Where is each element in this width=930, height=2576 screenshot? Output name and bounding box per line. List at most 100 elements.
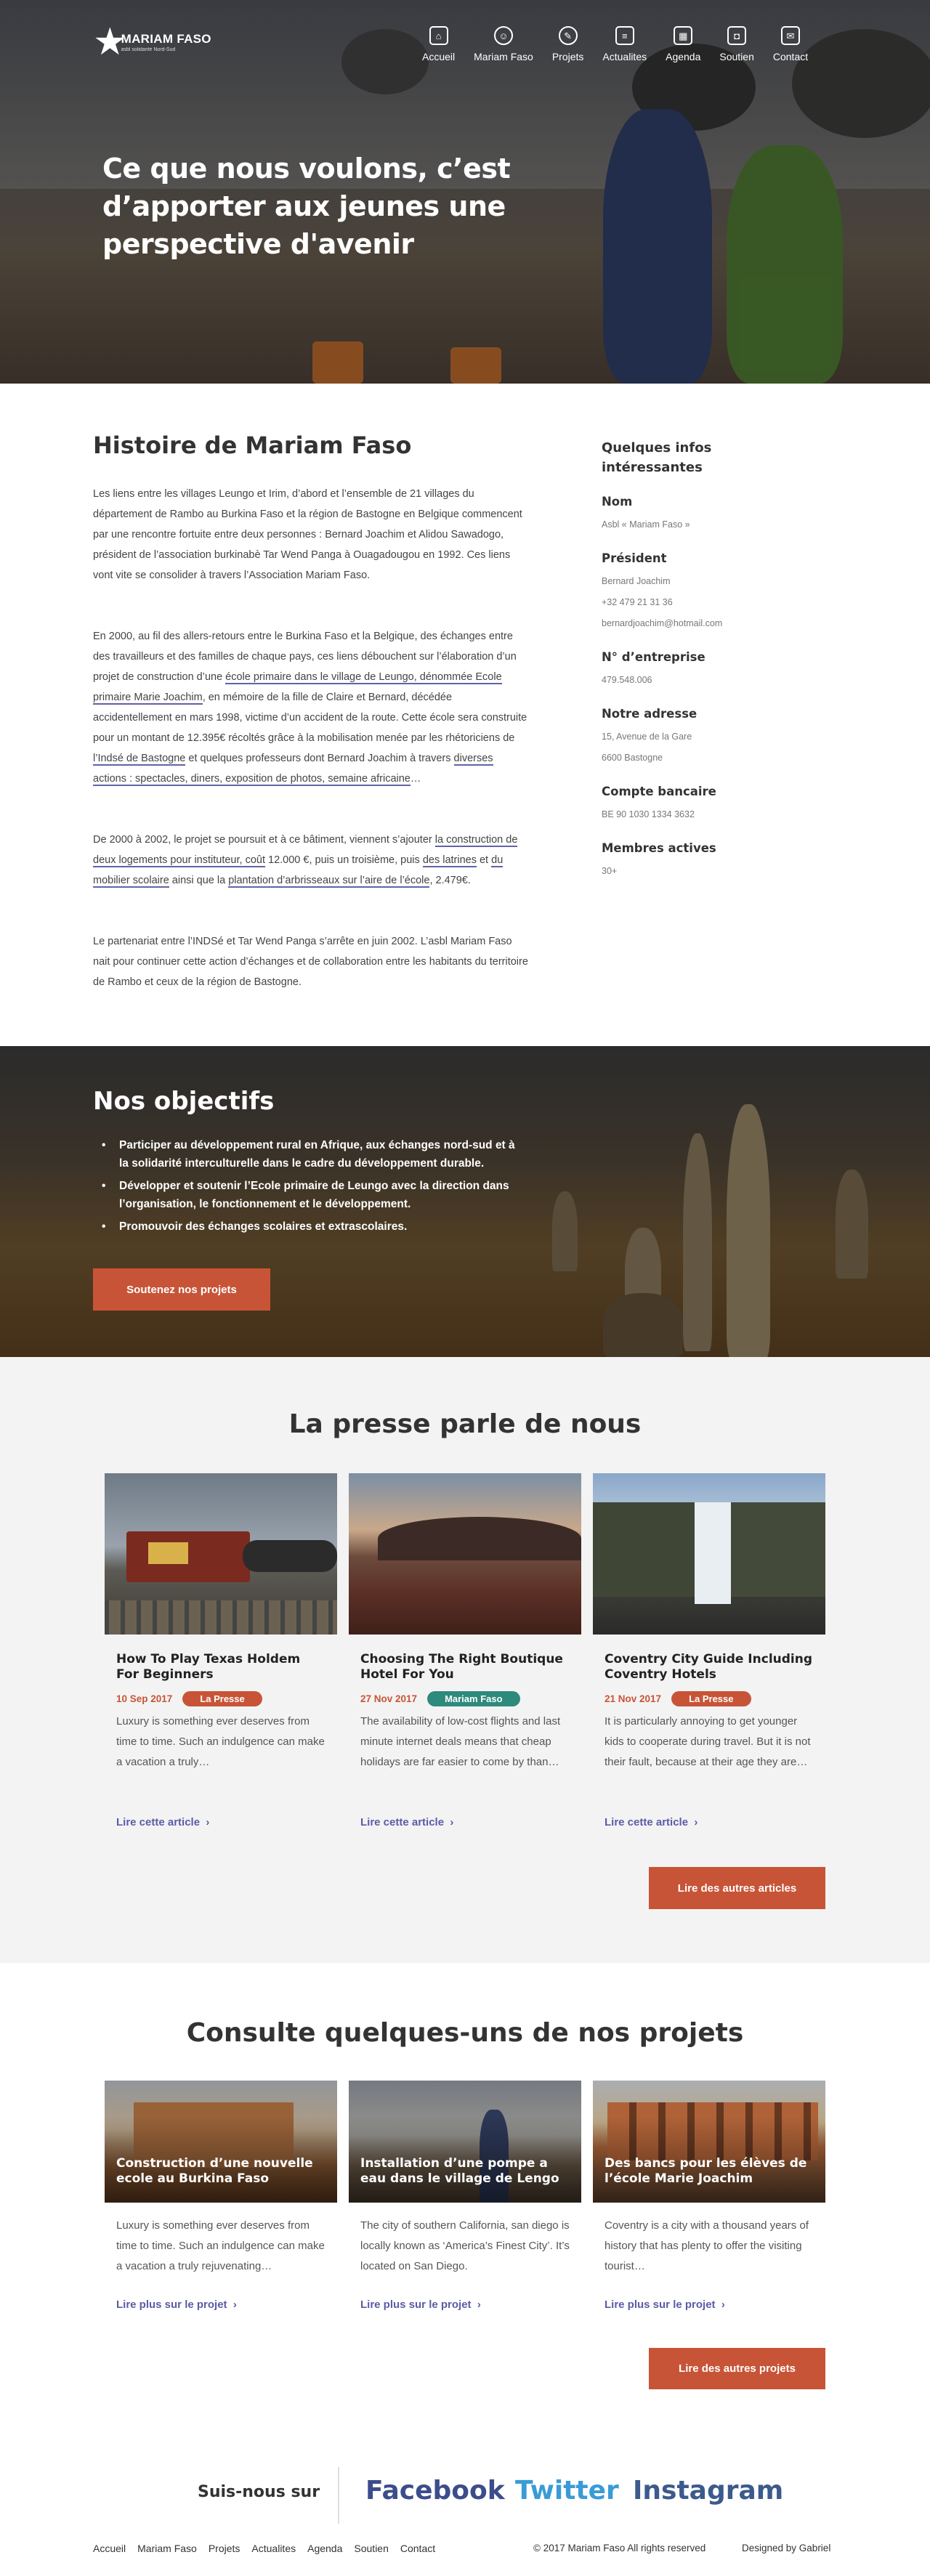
link-label: Lire plus sur le projet (360, 2298, 472, 2311)
info-label: Membres actives (602, 841, 716, 855)
nav-label: Projets (551, 51, 584, 62)
volcano-image[interactable] (349, 1473, 581, 1635)
card-date: 21 Nov 2017 (604, 1693, 662, 1704)
objective-item: Développer et soutenir l’Ecole primaire … (102, 1177, 523, 1213)
read-article-link[interactable]: Lire cette article › (116, 1816, 209, 1828)
read-article-link[interactable]: Lire cette article › (604, 1816, 698, 1828)
info-block-bank: Compte bancaire BE 90 1030 1334 3632 (602, 785, 805, 825)
objectives-title: Nos objectifs (93, 1087, 275, 1116)
card-excerpt: The availability of low-cost flights and… (360, 1715, 561, 1768)
project-excerpt: Coventry is a city with a thousand years… (604, 2219, 809, 2272)
project-title[interactable]: Construction d’une nouvelle ecole au Bur… (116, 2156, 327, 2187)
press-card: How To Play Texas Holdem For Beginners 1… (105, 1473, 337, 1828)
objectives-section: Nos objectifs Participer au développemen… (0, 1046, 930, 1357)
info-value: 6600 Bastogne (602, 753, 663, 763)
footer-link-agenda[interactable]: Agenda (307, 2543, 342, 2554)
footer-nav: Accueil Mariam Faso Projets Actualites A… (93, 2543, 435, 2554)
card-title[interactable]: Coventry City Guide Including Coventry H… (604, 1652, 815, 1682)
footer-link-actualites[interactable]: Actualites (251, 2543, 296, 2554)
chevron-right-icon: › (694, 1816, 698, 1828)
waterfall-image[interactable] (593, 1473, 825, 1635)
project-title[interactable]: Installation d’une pompe a eau dans le v… (360, 2156, 571, 2187)
nav-label: Mariam Faso (474, 51, 533, 62)
nav-item-actualites[interactable]: ≡ Actualites (593, 26, 656, 62)
facebook-link[interactable]: Facebook (365, 2476, 505, 2506)
info-block-enterprise: N° d’entreprise 479.548.006 (602, 650, 805, 691)
nav-item-soutien[interactable]: ◘ Soutien (710, 26, 763, 62)
nav-item-agenda[interactable]: ▦ Agenda (656, 26, 710, 62)
history-paragraph-4: Le partenariat entre l’INDSé et Tar Wend… (93, 936, 528, 988)
objective-item: Participer au développement rural en Afr… (102, 1136, 523, 1172)
more-projects-button[interactable]: Lire des autres projets (649, 2348, 825, 2389)
project-excerpt: Luxury is something ever deserves from t… (116, 2219, 325, 2272)
chevron-right-icon: › (206, 1816, 210, 1828)
card-date: 27 Nov 2017 (360, 1693, 418, 1704)
indse-link[interactable]: l’Indsé de Bastogne (93, 753, 186, 766)
read-article-link[interactable]: Lire cette article › (360, 1816, 453, 1828)
info-sidebar: Quelques infos intéressantes Nom Asbl « … (602, 438, 805, 898)
bag-icon: ◘ (727, 26, 747, 45)
card-excerpt: It is particularly annoying to get young… (604, 1715, 811, 1768)
instagram-link[interactable]: Instagram (633, 2476, 783, 2506)
nav-label: Actualites (602, 51, 647, 62)
chevron-right-icon: › (232, 2298, 237, 2311)
info-block-president: Président Bernard Joachim +32 479 21 31 … (602, 551, 805, 634)
category-badge[interactable]: La Presse (671, 1691, 751, 1706)
info-title: Quelques infos intéressantes (602, 440, 712, 475)
nav-item-mariam-faso[interactable]: ☺ Mariam Faso (464, 26, 543, 62)
text-run: ainsi que la (169, 875, 229, 886)
card-title[interactable]: Choosing The Right Boutique Hotel For Yo… (360, 1652, 571, 1682)
history-paragraph-2: En 2000, au fil des allers-retours entre… (93, 626, 529, 789)
footer-link-accueil[interactable]: Accueil (93, 2543, 126, 2554)
footer-link-mariam-faso[interactable]: Mariam Faso (137, 2543, 197, 2554)
main-nav: ⌂ Accueil ☺ Mariam Faso ✎ Projets ≡ Actualit… (413, 26, 817, 62)
category-badge[interactable]: La Presse (182, 1691, 262, 1706)
category-badge[interactable]: Mariam Faso (427, 1691, 520, 1706)
chevron-right-icon: › (721, 2298, 725, 2311)
info-block-address: Notre adresse 15, Avenue de la Gare 6600… (602, 707, 805, 769)
card-excerpt: Luxury is something ever deserves from t… (116, 1715, 325, 1768)
read-project-link[interactable]: Lire plus sur le projet › (360, 2298, 481, 2311)
link-label: Lire cette article (360, 1816, 445, 1828)
latrines-link[interactable]: des latrines (422, 854, 477, 867)
water-pump-image[interactable]: Installation d’une pompe a eau dans le v… (349, 2081, 581, 2203)
card-meta: 27 Nov 2017 Mariam Faso (360, 1691, 520, 1706)
footer-link-soutien[interactable]: Soutien (354, 2543, 388, 2554)
text-run: … (410, 773, 421, 785)
support-projects-button[interactable]: Soutenez nos projets (93, 1268, 270, 1311)
info-value: 479.548.006 (602, 675, 652, 685)
footer-link-projets[interactable]: Projets (209, 2543, 240, 2554)
school-building-image[interactable]: Des bancs pour les élèves de l’école Mar… (593, 2081, 825, 2203)
hero-section: ★ MARIAM FASO asbl solidarité Nord-Sud ⌂… (0, 0, 930, 384)
train-image[interactable] (105, 1473, 337, 1635)
site-logo[interactable]: ★ MARIAM FASO asbl solidarité Nord-Sud (93, 22, 211, 62)
twitter-link[interactable]: Twitter (515, 2476, 619, 2506)
rails (105, 1600, 337, 1635)
link-label: Lire plus sur le projet (116, 2298, 227, 2311)
info-block-name: Nom Asbl « Mariam Faso » (602, 495, 805, 535)
cliff-left (593, 1502, 695, 1597)
nav-item-accueil[interactable]: ⌂ Accueil (413, 26, 464, 62)
footer-link-contact[interactable]: Contact (400, 2543, 435, 2554)
objectives-list: Participer au développement rural en Afr… (102, 1136, 523, 1240)
nav-item-projets[interactable]: ✎ Projets (543, 26, 594, 62)
projects-title: Consulte quelques-uns de nos projets (186, 2018, 744, 2048)
history-paragraph-1: Les liens entre les villages Leungo et I… (93, 488, 522, 581)
nav-label: Agenda (666, 51, 701, 62)
info-label: Compte bancaire (602, 785, 716, 798)
plantation-link[interactable]: plantation d’arbrisseaux sur l’aire de l… (228, 875, 430, 888)
more-articles-button[interactable]: Lire des autres articles (649, 1867, 825, 1909)
info-label: N° d’entreprise (602, 650, 705, 664)
project-title[interactable]: Des bancs pour les élèves de l’école Mar… (604, 2156, 815, 2187)
info-label: Président (602, 551, 667, 565)
construction-image[interactable]: Construction d’une nouvelle ecole au Bur… (105, 2081, 337, 2203)
history-paragraph-3: De 2000 à 2002, le projet se poursuit et… (93, 830, 529, 891)
nav-label: Contact (772, 51, 809, 62)
read-project-link[interactable]: Lire plus sur le projet › (604, 2298, 725, 2311)
card-meta: 21 Nov 2017 La Presse (604, 1691, 751, 1706)
text-run: De 2000 à 2002, le projet se poursuit et… (93, 834, 435, 846)
read-project-link[interactable]: Lire plus sur le projet › (116, 2298, 237, 2311)
card-title[interactable]: How To Play Texas Holdem For Beginners (116, 1652, 327, 1682)
nav-label: Soutien (719, 51, 754, 62)
nav-item-contact[interactable]: ✉ Contact (764, 26, 817, 62)
